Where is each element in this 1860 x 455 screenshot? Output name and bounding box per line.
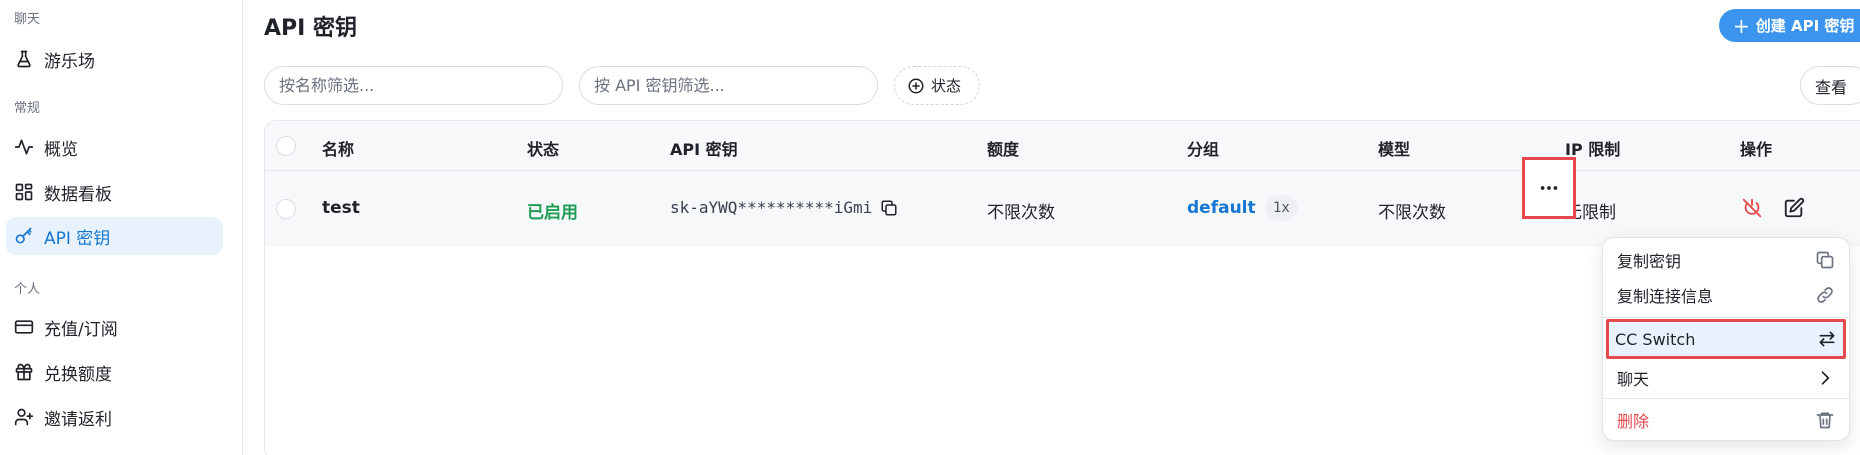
menu-divider [1603, 398, 1849, 399]
sidebar-item-label: API 密钥 [44, 228, 111, 249]
group-ratio-badge: 1x [1265, 195, 1298, 221]
sidebar: 聊天 游乐场 常规 概览 数据看板 API 密钥 个人 充值/订阅 兑换额度 邀… [0, 0, 243, 455]
quota-value: 不限次数 [987, 203, 1055, 223]
sidebar-item-referral[interactable]: 邀请返利 [6, 398, 223, 436]
link-icon [1815, 285, 1835, 305]
menu-item-delete[interactable]: 删除 [1611, 404, 1841, 436]
user-plus-icon [14, 407, 34, 427]
name-filter-input[interactable] [264, 66, 563, 105]
masked-api-key: sk-aYWQ**********iGmi [670, 198, 873, 217]
create-api-key-button[interactable]: + 创建 API 密钥 [1719, 9, 1860, 42]
trash-icon [1815, 410, 1835, 430]
sidebar-item-label: 兑换额度 [44, 364, 112, 385]
menu-divider [1603, 317, 1849, 318]
sidebar-item-dashboard[interactable]: 数据看板 [6, 173, 223, 211]
column-header-quota: 额度 [987, 140, 1020, 159]
menu-item-label: 复制连接信息 [1617, 287, 1714, 306]
key-filter-input[interactable] [579, 66, 878, 105]
row-actions-menu: 复制密钥 复制连接信息 CC Switch 聊天 删除 [1602, 237, 1850, 441]
sidebar-item-api-keys[interactable]: API 密钥 [6, 217, 223, 255]
table-header: 名称 状态 API 密钥 额度 分组 模型 IP 限制 操作 [265, 121, 1860, 171]
status-filter-label: 状态 [931, 77, 962, 95]
section-label-chat: 聊天 [14, 12, 41, 27]
menu-item-copy-connection[interactable]: 复制连接信息 [1611, 279, 1841, 311]
sidebar-item-topup[interactable]: 充值/订阅 [6, 308, 223, 346]
sidebar-item-label: 数据看板 [44, 184, 112, 205]
sidebar-item-playground[interactable]: 游乐场 [6, 40, 223, 78]
column-header-key: API 密钥 [670, 140, 738, 159]
plus-icon: + [1733, 13, 1750, 38]
more-horizontal-icon [1538, 177, 1560, 199]
menu-item-label: 复制密钥 [1617, 252, 1682, 271]
sidebar-item-label: 充值/订阅 [44, 319, 118, 340]
copy-icon [1815, 250, 1835, 270]
column-header-status: 状态 [527, 140, 560, 159]
flask-icon [14, 49, 34, 69]
menu-item-label: CC Switch [1615, 329, 1696, 349]
select-all-checkbox[interactable] [276, 136, 296, 156]
table-row: test 已启用 sk-aYWQ**********iGmi 不限次数 defa… [265, 171, 1860, 247]
menu-item-chat[interactable]: 聊天 [1611, 362, 1841, 394]
column-header-actions: 操作 [1740, 140, 1773, 159]
sidebar-item-overview[interactable]: 概览 [6, 128, 223, 166]
create-api-key-label: 创建 API 密钥 [1755, 17, 1855, 35]
menu-item-cc-switch[interactable]: CC Switch [1606, 319, 1846, 359]
menu-item-label: 删除 [1617, 412, 1650, 431]
chevron-right-icon [1815, 368, 1835, 388]
column-header-models: 模型 [1378, 140, 1411, 159]
dashboard-icon [14, 182, 34, 202]
row-checkbox[interactable] [276, 199, 296, 219]
page-title: API 密钥 [264, 16, 357, 41]
activity-icon [14, 137, 34, 157]
section-label-general: 常规 [14, 101, 41, 116]
copy-key-icon[interactable] [880, 199, 898, 217]
gift-icon [14, 362, 34, 382]
credit-card-icon [14, 317, 34, 337]
plus-circle-icon [907, 77, 931, 95]
sidebar-item-label: 概览 [44, 139, 78, 160]
group-link[interactable]: default [1187, 198, 1256, 218]
column-header-name: 名称 [322, 140, 355, 159]
sidebar-item-label: 游乐场 [44, 51, 95, 72]
sidebar-item-label: 邀请返利 [44, 409, 112, 430]
switch-arrows-icon [1817, 329, 1837, 349]
more-actions-button[interactable] [1522, 157, 1576, 219]
models-value: 不限次数 [1378, 203, 1446, 223]
status-filter-button[interactable]: 状态 [894, 66, 980, 105]
disable-key-icon[interactable] [1741, 197, 1763, 219]
section-label-personal: 个人 [14, 282, 41, 297]
key-icon [14, 226, 34, 246]
status-badge: 已启用 [527, 203, 578, 223]
menu-item-copy-key[interactable]: 复制密钥 [1611, 244, 1841, 276]
column-header-group: 分组 [1187, 140, 1220, 159]
menu-item-label: 聊天 [1617, 370, 1650, 389]
edit-icon[interactable] [1783, 197, 1805, 219]
sidebar-item-redeem[interactable]: 兑换额度 [6, 353, 223, 391]
view-options-button[interactable]: 查看 [1800, 66, 1860, 105]
key-name: test [322, 198, 360, 218]
